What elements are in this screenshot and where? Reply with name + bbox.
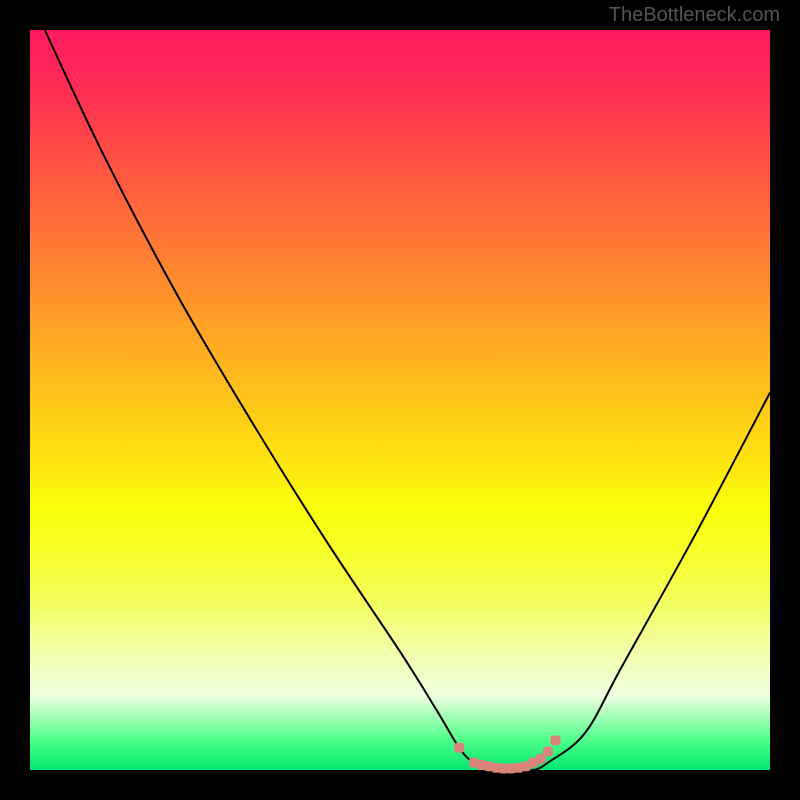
curve-svg [30,30,770,770]
bottleneck-curve [45,30,770,771]
valley-markers [454,735,560,773]
watermark-text: TheBottleneck.com [609,4,780,27]
plot-area [30,30,770,770]
